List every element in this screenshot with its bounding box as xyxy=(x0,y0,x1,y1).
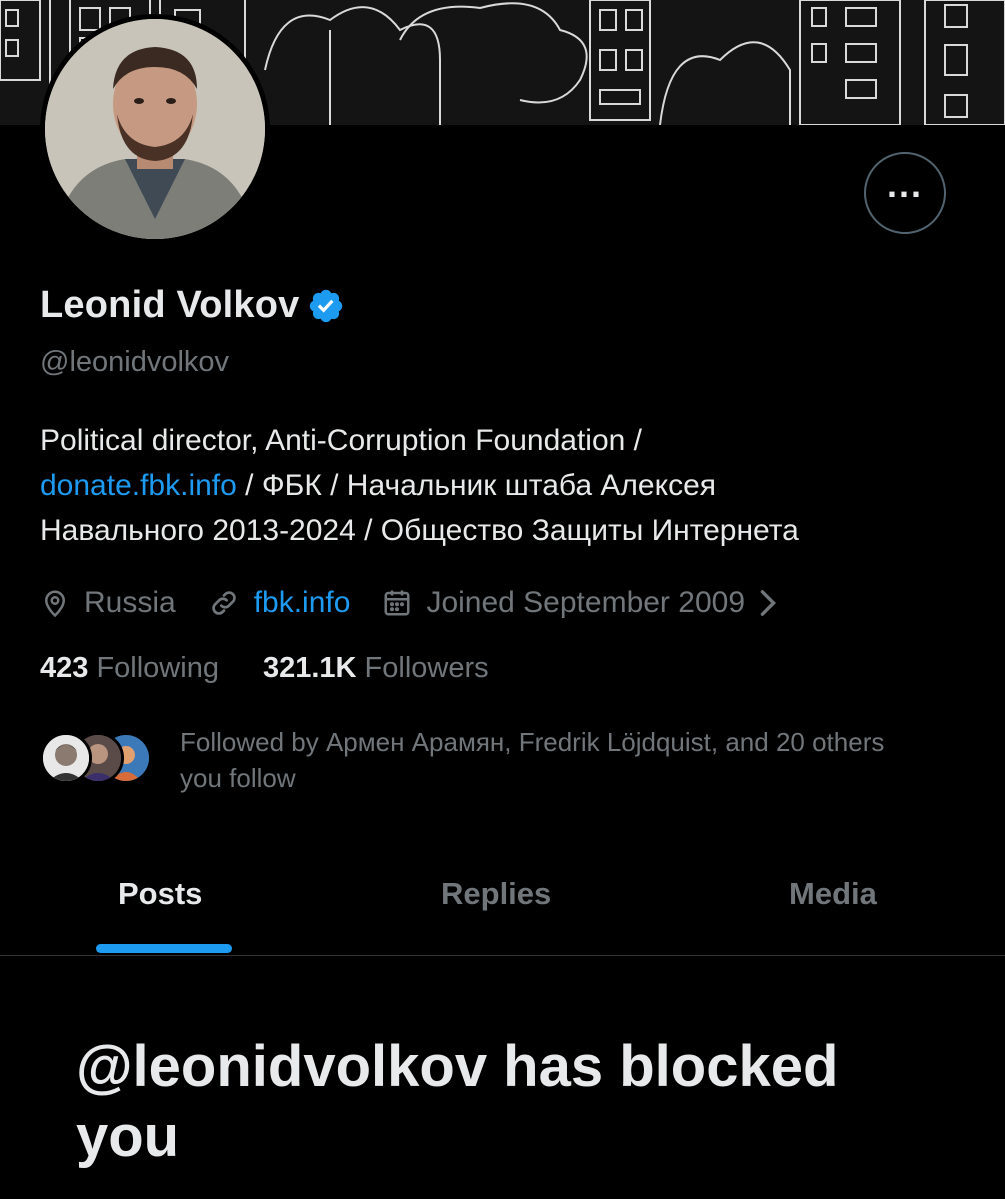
followers-count: 321.1K xyxy=(262,652,357,684)
calendar-icon xyxy=(384,590,410,616)
profile-name-row: Leonid Volkov xyxy=(40,284,345,327)
bio-line-3: Навального 2013-2024 / Общество Защиты И… xyxy=(40,514,799,547)
blocked-message: @leonidvolkov has blocked you xyxy=(76,1034,839,1169)
location-text: Russia xyxy=(84,586,176,619)
website-link[interactable]: fbk.info xyxy=(254,586,351,620)
tab-media[interactable]: Media xyxy=(789,876,877,912)
tab-replies[interactable]: Replies xyxy=(441,876,551,912)
website-item[interactable]: fbk.info xyxy=(208,586,351,620)
active-tab-indicator xyxy=(96,944,232,953)
following-label: Following xyxy=(96,652,219,684)
location-item: Russia xyxy=(40,586,176,620)
profile-handle: @leonidvolkov xyxy=(40,346,230,378)
tab-posts[interactable]: Posts xyxy=(118,876,202,912)
joined-item[interactable]: Joined September 2009 xyxy=(382,586,791,620)
follower-avatars xyxy=(40,724,160,784)
verified-badge-icon[interactable] xyxy=(307,287,345,325)
location-icon xyxy=(44,590,66,618)
profile-avatar[interactable] xyxy=(40,14,270,244)
profile-tabs: Posts Replies Media xyxy=(0,860,1005,956)
link-icon xyxy=(211,591,236,615)
profile-stats: 423 Following 321.1K Followers xyxy=(40,652,533,685)
profile-meta: Russia fbk.info Joined September 2009 xyxy=(40,580,823,626)
followed-by-row[interactable]: Followed by Армен Арамян, Fredrik Löjdqu… xyxy=(40,724,920,796)
more-options-button[interactable]: ... xyxy=(864,152,946,234)
followers-stat[interactable]: 321.1K Followers xyxy=(263,652,489,685)
follower-avatar xyxy=(40,732,92,784)
profile-name: Leonid Volkov xyxy=(40,284,300,326)
bio-donate-link[interactable]: donate.fbk.info xyxy=(40,469,237,502)
more-icon: ... xyxy=(886,164,923,205)
following-count: 423 xyxy=(40,652,89,684)
joined-text: Joined September 2009 xyxy=(426,586,745,619)
profile-bio: Political director, Anti-Corruption Foun… xyxy=(40,418,970,553)
bio-line-2-text: / ФБК / Начальник штаба Алексея xyxy=(236,469,716,502)
followers-label: Followers xyxy=(364,652,489,684)
bio-line-2: donate.fbk.info / ФБК / Начальник штаба … xyxy=(40,463,970,508)
followed-by-text: Followed by Армен Арамян, Fredrik Löjdqu… xyxy=(180,727,885,793)
following-stat[interactable]: 423 Following xyxy=(40,652,219,685)
bio-line-1: Political director, Anti-Corruption Foun… xyxy=(40,424,642,457)
chevron-right-icon xyxy=(760,590,776,616)
